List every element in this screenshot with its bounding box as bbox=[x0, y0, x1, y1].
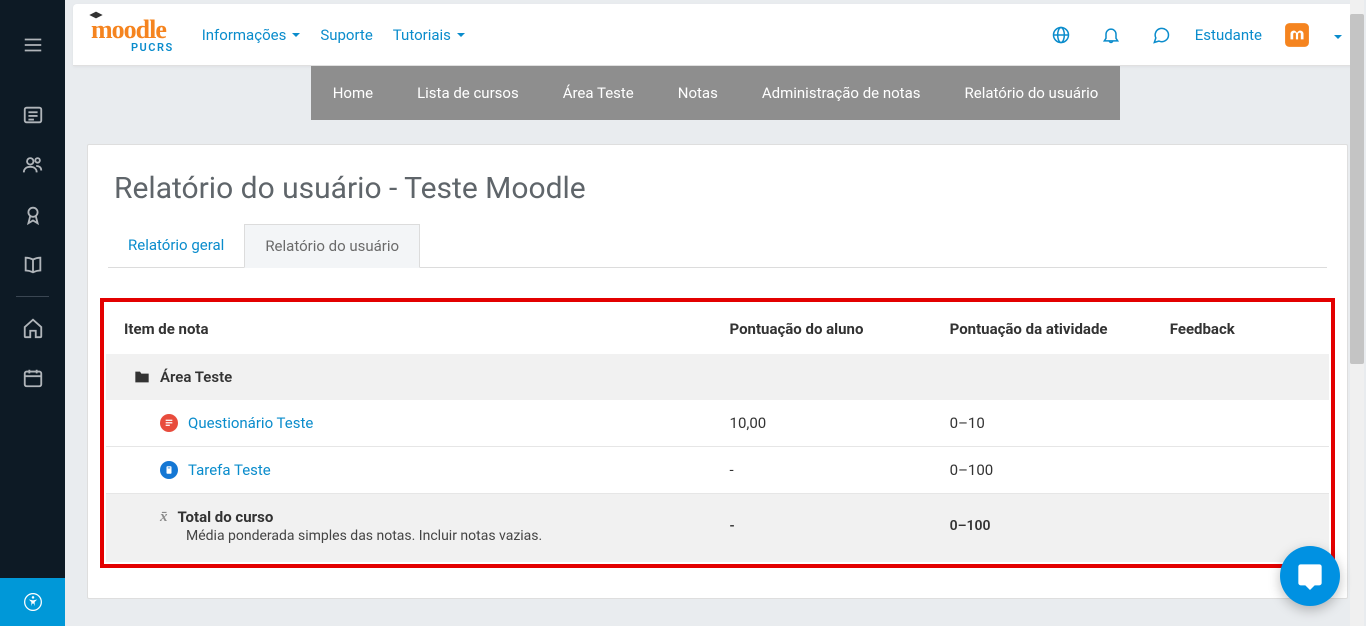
messages-icon[interactable] bbox=[1145, 19, 1177, 51]
user-role-label[interactable]: Estudante bbox=[1195, 26, 1262, 44]
hamburger-icon[interactable] bbox=[0, 20, 65, 70]
total-row: x̄ Total do curso Média ponderada simple… bbox=[106, 494, 1329, 563]
grades-table-highlight: Item de nota Pontuação do aluno Pontuaçã… bbox=[100, 298, 1335, 568]
tab-lista-cursos[interactable]: Lista de cursos bbox=[395, 66, 541, 120]
tab-relatorio-usuario-active[interactable]: Relatório do usuário bbox=[244, 224, 420, 268]
category-name: Área Teste bbox=[160, 368, 232, 386]
cell-score: 10,00 bbox=[718, 400, 938, 447]
category-row: Área Teste bbox=[106, 354, 1329, 400]
report-tabs: Relatório geral Relatório do usuário bbox=[108, 224, 1327, 268]
language-icon[interactable] bbox=[1045, 19, 1077, 51]
cell-feedback bbox=[1158, 447, 1329, 494]
menu-informacoes[interactable]: Informações bbox=[196, 20, 307, 50]
mean-icon: x̄ bbox=[160, 509, 168, 526]
assignment-icon bbox=[160, 461, 178, 479]
assignment-link[interactable]: Tarefa Teste bbox=[188, 461, 271, 479]
menu-tutoriais[interactable]: Tutoriais bbox=[387, 20, 471, 50]
book-icon[interactable] bbox=[0, 240, 65, 290]
col-feedback: Feedback bbox=[1158, 304, 1329, 354]
logo[interactable]: moodle PUCRS bbox=[91, 15, 174, 54]
content-card: Relatório do usuário - Teste Moodle Rela… bbox=[87, 144, 1348, 599]
moodle-square-icon[interactable] bbox=[1280, 18, 1314, 52]
chat-button[interactable] bbox=[1280, 546, 1340, 606]
calendar-icon[interactable] bbox=[0, 353, 65, 403]
nav-rail bbox=[0, 0, 65, 626]
menu-suporte[interactable]: Suporte bbox=[314, 20, 378, 50]
cell-range: 0–100 bbox=[938, 447, 1158, 494]
user-dropdown-caret[interactable] bbox=[1332, 27, 1342, 43]
tab-area-teste[interactable]: Área Teste bbox=[541, 66, 656, 120]
menu-label: Suporte bbox=[320, 26, 372, 44]
accessibility-button[interactable] bbox=[0, 578, 65, 626]
menu-label: Tutoriais bbox=[393, 26, 451, 44]
tab-home[interactable]: Home bbox=[311, 66, 395, 120]
users-icon[interactable] bbox=[0, 140, 65, 190]
menu-label: Informações bbox=[202, 26, 287, 44]
cell-score: - bbox=[718, 494, 938, 563]
col-score: Pontuação do aluno bbox=[718, 304, 938, 354]
bell-icon[interactable] bbox=[1095, 19, 1127, 51]
home-icon[interactable] bbox=[0, 303, 65, 353]
quiz-icon bbox=[160, 414, 178, 432]
cell-feedback bbox=[1158, 400, 1329, 447]
folder-icon bbox=[134, 370, 150, 384]
chevron-down-icon bbox=[292, 33, 300, 37]
tab-notas[interactable]: Notas bbox=[656, 66, 740, 120]
tab-relatorio-usuario[interactable]: Relatório do usuário bbox=[943, 66, 1121, 120]
cell-score: - bbox=[718, 447, 938, 494]
table-row: Tarefa Teste - 0–100 bbox=[106, 447, 1329, 494]
total-label: Total do curso bbox=[178, 508, 274, 526]
table-row: Questionário Teste 10,00 0–10 bbox=[106, 400, 1329, 447]
tab-relatorio-geral[interactable]: Relatório geral bbox=[108, 224, 244, 267]
cell-range: 0–100 bbox=[938, 494, 1158, 563]
grades-table: Item de nota Pontuação do aluno Pontuaçã… bbox=[106, 304, 1329, 562]
total-desc: Média ponderada simples das notas. Inclu… bbox=[160, 528, 706, 544]
top-menu: Informações Suporte Tutoriais bbox=[196, 20, 471, 50]
col-item: Item de nota bbox=[106, 304, 718, 354]
quiz-link[interactable]: Questionário Teste bbox=[188, 414, 313, 432]
page-title: Relatório do usuário - Teste Moodle bbox=[108, 171, 1327, 206]
chevron-down-icon bbox=[457, 33, 465, 37]
course-tabs: Home Lista de cursos Área Teste Notas Ad… bbox=[65, 66, 1366, 120]
col-range: Pontuação da atividade bbox=[938, 304, 1158, 354]
list-icon[interactable] bbox=[0, 90, 65, 140]
tab-admin-notas[interactable]: Administração de notas bbox=[740, 66, 943, 120]
badge-icon[interactable] bbox=[0, 190, 65, 240]
topbar: moodle PUCRS Informações Suporte Tutoria… bbox=[73, 4, 1360, 66]
cell-range: 0–10 bbox=[938, 400, 1158, 447]
